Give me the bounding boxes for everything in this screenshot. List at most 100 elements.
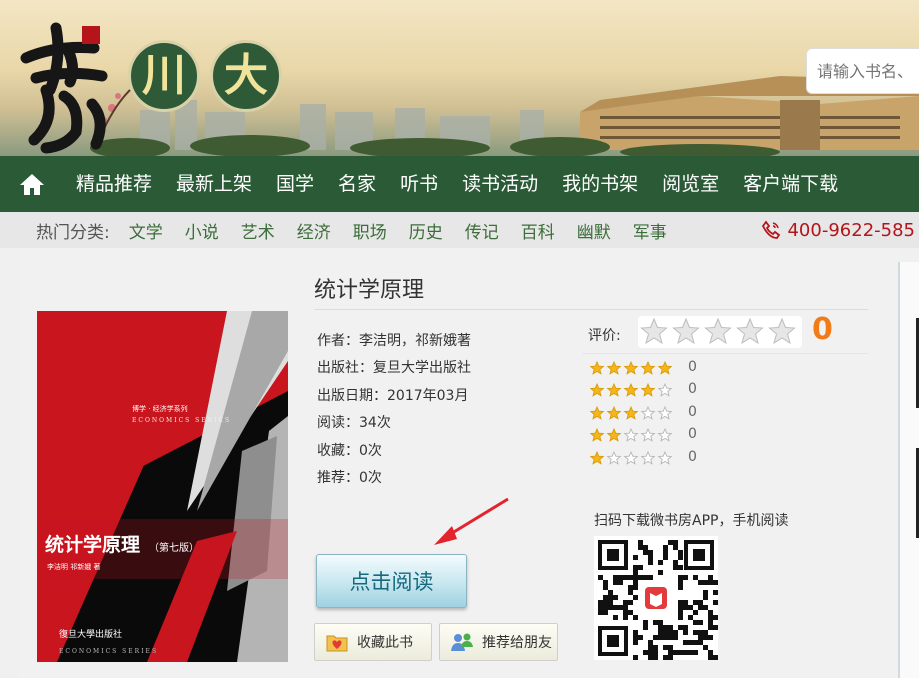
nav-item-client-download[interactable]: 客户端下载 — [731, 156, 850, 212]
category-military[interactable]: 军事 — [633, 218, 667, 243]
book-recommend-count: 推荐：0次 — [317, 470, 382, 486]
star-empty-icon — [657, 427, 673, 442]
star-filled-icon — [606, 382, 622, 397]
category-biography[interactable]: 传记 — [465, 218, 499, 243]
logo-circle-da: 大 — [210, 40, 282, 112]
category-encyclopedia[interactable]: 百科 — [521, 218, 555, 243]
book-read-count: 阅读：34次 — [317, 415, 391, 431]
cover-edition: （第七版） — [149, 541, 199, 554]
rating-count-5: 0 — [688, 359, 697, 375]
category-bar: 热门分类: 文学 小说 艺术 经济 职场 历史 传记 百科 幽默 军事 400-… — [0, 212, 919, 248]
shuxiang-logo: 书香 — [20, 22, 108, 154]
star-filled-icon — [640, 382, 656, 397]
book-title: 统计学原理 — [314, 278, 425, 303]
phone-icon — [762, 220, 781, 239]
book-favorite-count: 收藏：0次 — [317, 443, 382, 459]
rating-count-3: 0 — [688, 404, 697, 420]
recommend-button[interactable]: 推荐给朋友 — [439, 623, 558, 661]
qr-code — [594, 536, 718, 660]
star-empty-icon — [657, 382, 673, 397]
recommend-button-label: 推荐给朋友 — [482, 635, 552, 651]
star-filled-icon — [606, 405, 622, 420]
star-icon — [640, 317, 668, 345]
hotline: 400-9622-585 — [761, 212, 915, 248]
cover-authors: 李洁明 祁新娥 著 — [47, 562, 100, 571]
star-filled-icon — [606, 360, 622, 375]
rating-label: 评价: — [588, 328, 621, 344]
star-empty-icon — [606, 450, 622, 465]
star-icon — [736, 317, 764, 345]
logo-circle-chuan: 川 — [128, 40, 200, 112]
phone-number: 400-9622-585 — [787, 219, 915, 241]
star-filled-icon — [623, 360, 639, 375]
star-icon — [768, 317, 796, 345]
cover-footer-en: ECONOMICS SERIES — [59, 648, 158, 655]
star-filled-icon — [623, 405, 639, 420]
cover-title: 统计学原理 — [45, 533, 140, 556]
search-input[interactable] — [806, 48, 919, 94]
category-literature[interactable]: 文学 — [129, 218, 163, 243]
favorite-button-label: 收藏此书 — [357, 635, 413, 651]
star-rating-icon — [589, 427, 673, 442]
star-filled-icon — [640, 360, 656, 375]
rating-divider — [583, 353, 868, 354]
star-filled-icon — [623, 382, 639, 397]
star-icon — [704, 317, 732, 345]
category-career[interactable]: 职场 — [353, 218, 387, 243]
nav-item-my-bookshelf[interactable]: 我的书架 — [550, 156, 650, 212]
star-rating-icon — [589, 405, 673, 420]
category-label: 热门分类: — [36, 222, 110, 243]
home-icon[interactable] — [0, 156, 64, 212]
arrow-annotation-icon — [434, 497, 509, 545]
rating-count-4: 0 — [688, 381, 697, 397]
rating-row-1 — [589, 450, 680, 466]
qr-caption: 扫码下载微书房APP，手机阅读 — [594, 513, 789, 529]
star-empty-icon — [640, 450, 656, 465]
favorite-folder-icon — [325, 631, 349, 653]
cover-series-en: ECONOMICS SERIES — [132, 417, 231, 424]
nav-item-guoxue[interactable]: 国学 — [264, 156, 326, 212]
star-rating-icon — [589, 382, 673, 397]
rating-row-5 — [589, 360, 680, 376]
rating-count-1: 0 — [688, 449, 697, 465]
category-humor[interactable]: 幽默 — [577, 218, 611, 243]
nav-item-reading-events[interactable]: 读书活动 — [450, 156, 550, 212]
category-history[interactable]: 历史 — [409, 218, 443, 243]
star-empty-icon — [623, 427, 639, 442]
star-filled-icon — [589, 382, 605, 397]
nav-item-recommended[interactable]: 精品推荐 — [64, 156, 164, 212]
star-rating-icon — [589, 360, 673, 375]
book-author: 作者：李洁明，祁新娥著 — [317, 333, 471, 349]
star-icon — [672, 317, 700, 345]
rating-row-2 — [589, 427, 680, 443]
rating-input[interactable] — [638, 316, 802, 348]
book-publisher: 出版社：复旦大学出版社 — [317, 360, 471, 376]
read-now-button[interactable]: 点击阅读 — [316, 554, 467, 608]
cover-press: 復旦大學出版社 — [59, 628, 122, 640]
favorite-button[interactable]: 收藏此书 — [314, 623, 432, 661]
category-economy[interactable]: 经济 — [297, 218, 331, 243]
star-filled-icon — [589, 360, 605, 375]
title-divider — [314, 309, 868, 310]
nav-item-reading-room[interactable]: 阅览室 — [650, 156, 731, 212]
rating-row-3 — [589, 405, 680, 421]
book-cover[interactable]: 博学 · 经济学系列 ECONOMICS SERIES 统计学原理 （第七版） … — [37, 311, 288, 662]
star-filled-icon — [589, 405, 605, 420]
star-empty-icon — [640, 405, 656, 420]
recommend-friends-icon — [450, 631, 474, 653]
category-fiction[interactable]: 小说 — [185, 218, 219, 243]
star-rating-icon — [589, 450, 673, 465]
nav-item-audiobooks[interactable]: 听书 — [388, 156, 450, 212]
nav-item-famous-authors[interactable]: 名家 — [326, 156, 388, 212]
cover-series-cn: 博学 · 经济学系列 — [132, 404, 188, 413]
star-empty-icon — [657, 450, 673, 465]
main-nav: 精品推荐 最新上架 国学 名家 听书 读书活动 我的书架 阅览室 客户端下载 — [0, 156, 919, 212]
star-filled-icon — [589, 427, 605, 442]
nav-item-new-arrivals[interactable]: 最新上架 — [164, 156, 264, 212]
star-empty-icon — [623, 450, 639, 465]
category-art[interactable]: 艺术 — [241, 218, 275, 243]
rating-count-2: 0 — [688, 426, 697, 442]
star-empty-icon — [640, 427, 656, 442]
rating-row-4 — [589, 382, 680, 398]
book-publish-date: 出版日期：2017年03月 — [317, 388, 469, 404]
